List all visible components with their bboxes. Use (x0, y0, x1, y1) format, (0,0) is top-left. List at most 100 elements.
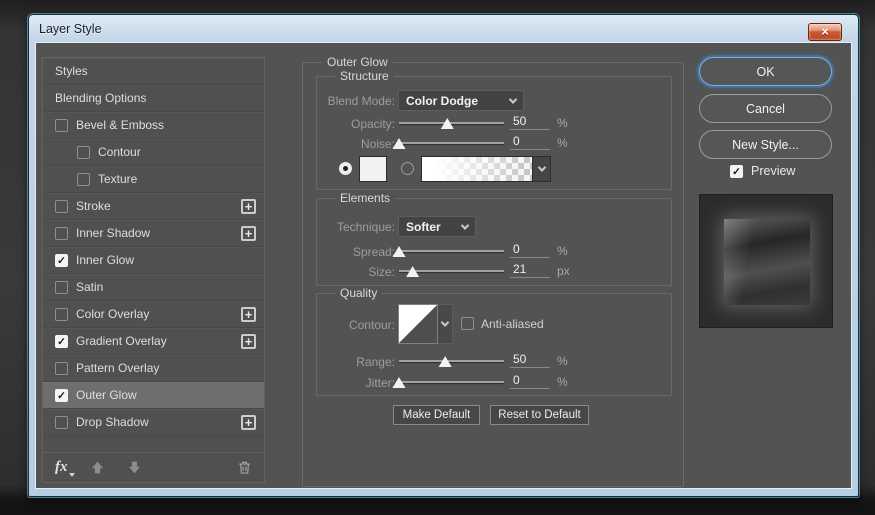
add-effect-instance-button[interactable]: + (241, 307, 256, 322)
gradient-picker[interactable] (421, 156, 533, 182)
opacity-unit: % (557, 116, 568, 130)
contour-dropdown-button[interactable] (438, 304, 453, 344)
sidebar-item-blending-options[interactable]: Blending Options (43, 85, 264, 112)
opacity-slider[interactable] (399, 116, 504, 130)
jitter-label: Jitter: (365, 376, 395, 390)
effect-checkbox[interactable]: ✓ (55, 388, 68, 402)
add-effect-instance-button[interactable]: + (241, 199, 256, 214)
elements-legend: Elements (335, 191, 396, 205)
desktop-background: Layer Style × Styles Blending Options Beve… (0, 0, 875, 515)
close-icon: × (821, 24, 829, 39)
effect-checkbox[interactable]: ✓ (55, 253, 68, 267)
sidebar-item-gradient-overlay[interactable]: ✓ Gradient Overlay + (43, 328, 264, 355)
sidebar-item-inner-shadow[interactable]: Inner Shadow + (43, 220, 264, 247)
effect-preview-thumbnail (699, 194, 833, 328)
technique-dropdown[interactable]: Softer (398, 216, 476, 237)
sidebar-item-pattern-overlay[interactable]: Pattern Overlay (43, 355, 264, 382)
size-slider[interactable] (399, 264, 504, 278)
spread-value[interactable]: 0 (510, 242, 550, 258)
cancel-button[interactable]: Cancel (699, 94, 832, 123)
sidebar-item-label: Color Overlay (76, 307, 150, 321)
effect-checkbox[interactable] (55, 361, 68, 375)
sidebar-item-label: Texture (98, 172, 138, 186)
sidebar-item-stroke[interactable]: Stroke + (43, 193, 264, 220)
move-effect-up-button[interactable] (90, 460, 105, 475)
range-unit: % (557, 354, 568, 368)
elements-section: Elements Technique: Softer Spread: 0 % S… (316, 191, 672, 286)
sidebar-item-outer-glow[interactable]: ✓ Outer Glow (43, 382, 264, 409)
outer-glow-panel: Outer Glow Structure Blend Mode: Color D… (302, 55, 684, 487)
noise-unit: % (557, 136, 568, 150)
delete-effect-button[interactable] (237, 460, 252, 475)
size-value[interactable]: 21 (510, 262, 550, 278)
sidebar-item-styles[interactable]: Styles (43, 58, 264, 85)
effect-checkbox[interactable] (55, 226, 68, 240)
sidebar-item-drop-shadow[interactable]: Drop Shadow + (43, 409, 264, 436)
add-effect-instance-button[interactable]: + (241, 415, 256, 430)
add-effect-instance-button[interactable]: + (241, 226, 256, 241)
make-default-button[interactable]: Make Default (393, 405, 480, 425)
blend-mode-value: Color Dodge (406, 93, 478, 108)
noise-slider[interactable] (392, 136, 504, 150)
layer-style-dialog: Layer Style × Styles Blending Options Beve… (28, 14, 859, 497)
spread-unit: % (557, 244, 568, 258)
jitter-value[interactable]: 0 (510, 373, 550, 389)
slider-track (399, 142, 504, 144)
preview-checkbox[interactable]: ✓ (730, 164, 743, 178)
ok-button[interactable]: OK (699, 57, 832, 86)
sidebar-item-contour[interactable]: Contour (43, 139, 264, 166)
contour-picker[interactable] (398, 304, 438, 344)
size-unit: px (557, 264, 570, 278)
sidebar-item-label: Inner Glow (76, 253, 135, 267)
sidebar-item-inner-glow[interactable]: ✓ Inner Glow (43, 247, 264, 274)
effect-checkbox[interactable] (55, 118, 68, 132)
glow-preview-square (724, 219, 810, 305)
contour-label: Contour: (348, 318, 395, 332)
glow-color-swatch[interactable] (359, 156, 387, 182)
sidebar-item-label: Blending Options (55, 91, 147, 105)
range-slider[interactable] (399, 354, 504, 368)
slider-track (399, 122, 504, 124)
new-style-button[interactable]: New Style... (699, 130, 832, 159)
sidebar-item-texture[interactable]: Texture (43, 166, 264, 193)
dialog-content: Styles Blending Options Bevel & Emboss Cont… (35, 42, 852, 489)
glow-gradient-radio[interactable] (401, 162, 414, 175)
chevron-down-icon (460, 220, 470, 230)
move-effect-down-button[interactable] (127, 460, 142, 475)
reset-to-default-button[interactable]: Reset to Default (490, 405, 589, 425)
noise-value[interactable]: 0 (510, 134, 550, 150)
sidebar-item-color-overlay[interactable]: Color Overlay + (43, 301, 264, 328)
range-value[interactable]: 50 (510, 352, 550, 368)
effect-checkbox[interactable] (77, 172, 90, 186)
sidebar-item-label: Satin (76, 280, 104, 294)
spread-slider[interactable] (392, 244, 504, 258)
effect-checkbox[interactable] (55, 280, 68, 294)
jitter-slider[interactable] (392, 375, 504, 389)
effect-checkbox[interactable] (55, 307, 68, 321)
opacity-value[interactable]: 50 (510, 114, 550, 130)
chevron-down-icon (440, 318, 450, 327)
anti-aliased-checkbox[interactable] (461, 317, 474, 330)
effect-checkbox[interactable] (55, 415, 68, 429)
sidebar-item-bevel-emboss[interactable]: Bevel & Emboss (43, 112, 264, 139)
add-effect-instance-button[interactable]: + (241, 334, 256, 349)
glow-color-radio[interactable] (339, 162, 352, 175)
titlebar[interactable]: Layer Style × (29, 15, 858, 42)
chevron-down-icon (537, 163, 546, 172)
preview-label: Preview (751, 164, 796, 178)
effect-checkbox[interactable]: ✓ (55, 334, 68, 348)
opacity-label: Opacity: (350, 117, 395, 131)
sidebar-item-satin[interactable]: Satin (43, 274, 264, 301)
quality-section: Quality Contour: Anti-aliased Range: 50 … (316, 286, 672, 396)
fx-menu-button[interactable]: fx (55, 459, 74, 477)
gradient-dropdown-button[interactable] (533, 156, 551, 182)
blend-mode-dropdown[interactable]: Color Dodge (398, 90, 524, 111)
sidebar-item-label: Contour (98, 145, 141, 159)
effect-checkbox[interactable] (77, 145, 90, 159)
effect-checkbox[interactable] (55, 199, 68, 213)
styles-list: Styles Blending Options Bevel & Emboss Cont… (43, 58, 264, 452)
spread-label: Spread: (352, 245, 395, 259)
close-button[interactable]: × (808, 23, 842, 41)
range-label: Range: (356, 355, 395, 369)
styles-sidebar: Styles Blending Options Bevel & Emboss Cont… (42, 57, 265, 483)
